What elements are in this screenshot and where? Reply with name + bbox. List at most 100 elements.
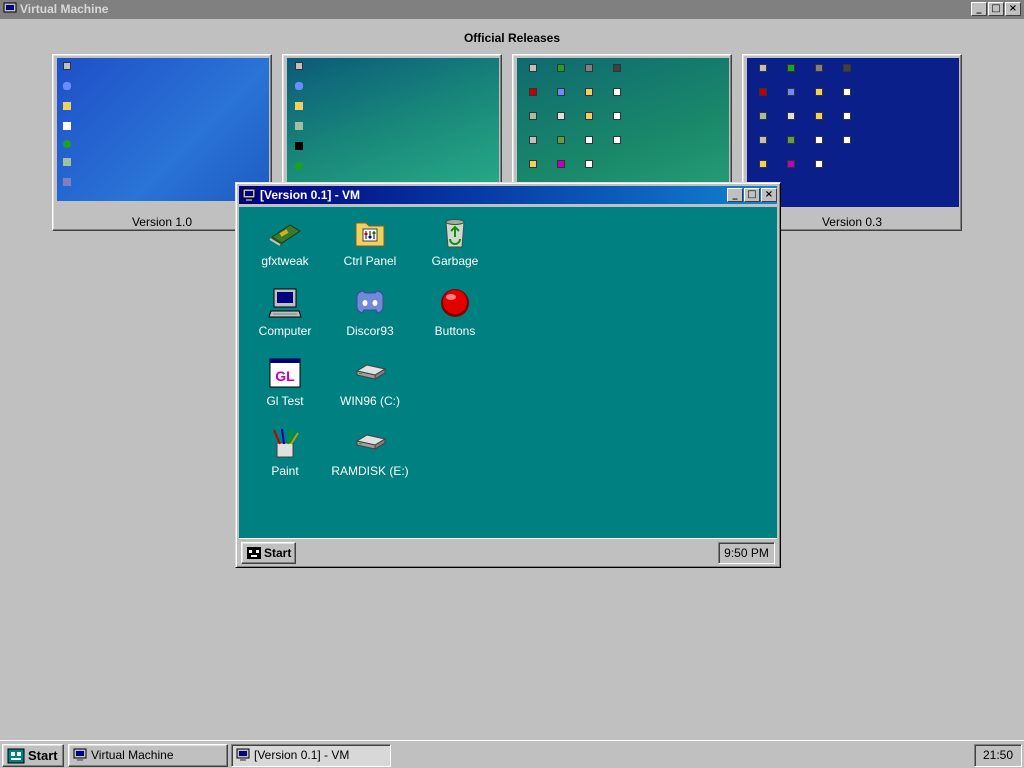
desktop-icon-buttons[interactable]: Buttons [415, 287, 495, 338]
mini-desktop-icon [843, 64, 851, 72]
control-panel-folder-icon [355, 222, 385, 247]
mini-desktop-icon [787, 112, 795, 120]
vm-close-button[interactable]: × [761, 188, 777, 202]
recycle-bin-icon [445, 219, 465, 248]
mini-app-icon [63, 178, 71, 186]
mini-desktop-icon [585, 160, 593, 168]
mini-desktop-icon [613, 112, 621, 120]
discord-icon [356, 290, 384, 314]
official-releases-heading: Official Releases [463, 31, 561, 45]
vm-desktop[interactable]: gfxtweak Ctrl Panel Garbage Computer Dis… [239, 207, 777, 538]
mini-desktop-icon [529, 136, 537, 144]
mini-folder-icon [295, 102, 303, 110]
red-button-icon [441, 289, 469, 317]
mini-desktop-icon [815, 160, 823, 168]
mini-discord-icon [63, 82, 71, 90]
desktop-icon-label: Gl Test [266, 394, 304, 408]
vm-minimize-button[interactable]: _ [727, 188, 743, 202]
start-logo-icon [7, 748, 25, 764]
mini-desktop-icon [557, 160, 565, 168]
desktop-icon-discor93[interactable]: Discor93 [330, 287, 410, 338]
vm-window-title: [Version 0.1] - VM [260, 188, 361, 202]
host-title-bar[interactable]: Virtual Machine _ □ × [0, 0, 1024, 19]
mini-desktop-icon [557, 88, 565, 96]
computer-icon [268, 288, 302, 318]
virtual-machine-icon [3, 2, 17, 15]
desktop-icon-paint[interactable]: Paint [245, 427, 325, 478]
mini-desktop-icon [557, 112, 565, 120]
task-label: [Version 0.1] - VM [254, 748, 350, 762]
desktop-icon-garbage[interactable]: Garbage [415, 217, 495, 268]
virtual-machine-icon [73, 748, 87, 761]
mini-recycle-icon [63, 158, 71, 166]
vm-maximize-button[interactable]: □ [744, 188, 760, 202]
mini-desktop-icon [759, 136, 767, 144]
mini-desktop-icon [815, 136, 823, 144]
task-virtual-machine[interactable]: Virtual Machine [68, 744, 228, 767]
desktop-icon-label: Buttons [434, 324, 476, 338]
mini-desktop-icon [613, 88, 621, 96]
host-minimize-button[interactable]: _ [971, 2, 987, 16]
desktop-icon-label: WIN96 (C:) [340, 394, 400, 408]
host-window-title: Virtual Machine [20, 2, 109, 16]
vm-title-bar[interactable]: [Version 0.1] - VM _ □ × [239, 186, 777, 204]
mini-desktop-icon [529, 64, 537, 72]
task-version-0-1-vm[interactable]: [Version 0.1] - VM [231, 744, 391, 767]
desktop-icon-computer[interactable]: Computer [245, 287, 325, 338]
desktop-icon-ctrl-panel[interactable]: Ctrl Panel [330, 217, 410, 268]
task-label: Virtual Machine [91, 748, 174, 762]
svg-text:GL: GL [275, 368, 295, 384]
mini-check-icon [295, 162, 303, 170]
vm-window-icon [242, 188, 256, 201]
hard-drive-icon [355, 364, 387, 380]
host-maximize-button[interactable]: □ [988, 2, 1004, 16]
mini-folder-icon [63, 102, 71, 110]
gfx-card-icon [269, 224, 301, 246]
mini-desktop-icon [815, 112, 823, 120]
taskbar-clock: 21:50 [974, 744, 1022, 767]
mini-computer-icon [295, 62, 303, 70]
mini-desktop-icon [529, 88, 537, 96]
mini-desktop-icon [815, 64, 823, 72]
mini-recycle-icon [295, 122, 303, 130]
gl-window-icon: GL [269, 358, 301, 388]
mini-desktop-icon [815, 88, 823, 96]
vm-window-icon [236, 748, 250, 761]
vm-start-button[interactable]: Start [241, 542, 296, 564]
vm-window[interactable]: [Version 0.1] - VM _ □ × gfxtweak Ctrl P… [235, 182, 781, 568]
mini-desktop-icon [585, 88, 593, 96]
desktop-icon-gfxtweak[interactable]: gfxtweak [245, 217, 325, 268]
desktop-icon-label: Computer [258, 324, 312, 338]
mini-desktop-icon [843, 112, 851, 120]
host-close-button[interactable]: × [1005, 2, 1021, 16]
mini-desktop-icon [613, 64, 621, 72]
mini-desktop-icon [843, 136, 851, 144]
desktop-icon-win96-c[interactable]: WIN96 (C:) [330, 357, 410, 408]
start-label: Start [28, 748, 58, 763]
desktop-icon-gl-test[interactable]: GL Gl Test [245, 357, 325, 408]
host-taskbar: Start Virtual Machine [Version 0.1] - VM… [0, 740, 1024, 768]
mini-desktop-icon [585, 112, 593, 120]
start-button[interactable]: Start [2, 744, 64, 767]
mini-desktop-icon [843, 88, 851, 96]
mini-computer-icon [63, 62, 71, 70]
mini-discord-icon [295, 82, 303, 90]
mini-desktop-icon [787, 88, 795, 96]
mini-desktop-icon [759, 88, 767, 96]
vm-clock: 9:50 PM [718, 542, 775, 564]
mini-desktop-icon [759, 160, 767, 168]
mini-desktop-icon [585, 64, 593, 72]
mini-desktop-icon [557, 64, 565, 72]
desktop-icon-label: gfxtweak [261, 254, 309, 268]
desktop-icon-label: Discor93 [346, 324, 394, 338]
mini-desktop-icon [759, 64, 767, 72]
desktop-icon-label: RAMDISK (E:) [331, 464, 409, 478]
desktop-icon-ramdisk-e[interactable]: RAMDISK (E:) [330, 427, 410, 478]
vm-start-label: Start [264, 546, 292, 560]
mini-desktop-icon [759, 112, 767, 120]
desktop-icon-label: Garbage [431, 254, 479, 268]
mini-desktop-icon [613, 136, 621, 144]
mini-doc-icon [63, 122, 71, 130]
mini-desktop-icon [787, 64, 795, 72]
desktop-icon-label: Ctrl Panel [343, 254, 397, 268]
